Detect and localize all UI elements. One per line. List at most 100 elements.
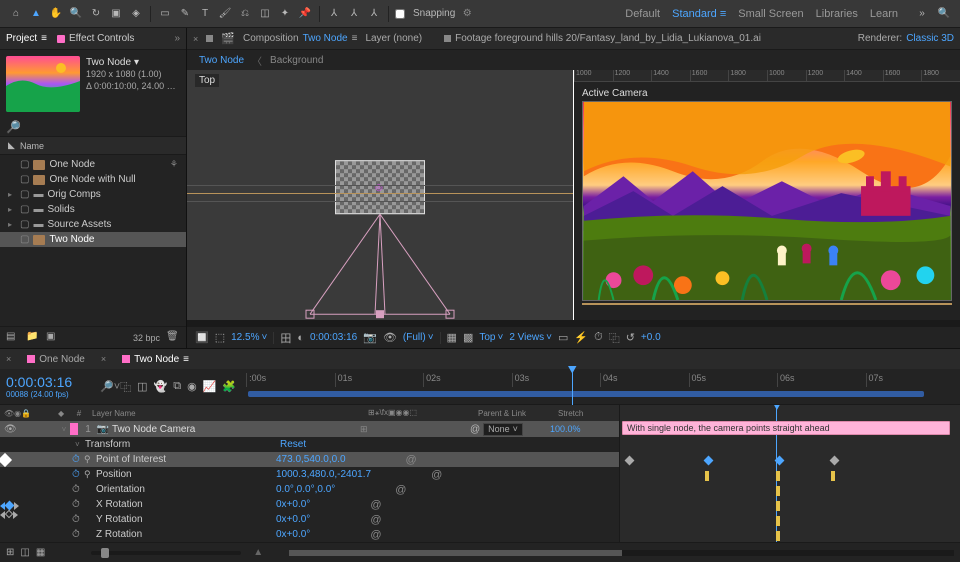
stopwatch-icon[interactable]: ⏱ [72, 529, 84, 540]
prop-x-rotation[interactable]: ⏱X Rotation0x+0.0°@ [0, 497, 619, 512]
frame-blend-icon[interactable]: ⧉ [173, 380, 181, 393]
res-icon[interactable]: ⬚ [215, 331, 225, 344]
keyframe[interactable] [704, 456, 714, 466]
pin-tool-icon[interactable]: 📌 [297, 6, 313, 22]
layer-name[interactable]: Two Node Camera [110, 424, 360, 435]
tl-tab-two-node[interactable]: Two Node ≡ [116, 352, 195, 367]
viewport-hscroll[interactable] [187, 320, 960, 326]
tl-close-icon[interactable]: × [101, 354, 106, 364]
expression-pickwhip-icon[interactable]: @ [370, 514, 381, 526]
ws-small[interactable]: Small Screen [738, 8, 803, 20]
bpc-label[interactable]: 32 bpc [133, 333, 160, 343]
reset-exposure-icon[interactable]: ↺ [626, 331, 635, 344]
snapshot-icon[interactable]: 📷 [363, 331, 377, 344]
kf-add-icon[interactable] [5, 510, 13, 518]
stopwatch-icon[interactable]: ⏱ [72, 514, 84, 525]
comp-flow-icon[interactable]: ⿻ [609, 330, 620, 346]
toggle-modes-icon[interactable]: ◫ [20, 547, 29, 558]
toggle-pane-icon[interactable]: ▦ [36, 547, 45, 558]
preview-time[interactable]: 0:00:03:16 [310, 332, 357, 343]
stopwatch-icon[interactable]: ⏱ [72, 454, 84, 465]
roto-tool-icon[interactable]: ✦ [277, 6, 293, 22]
layer-name-col[interactable]: Layer Name [88, 409, 368, 418]
timeline-hscroll[interactable] [289, 550, 954, 556]
timeline-track-area[interactable]: With single node, the camera points stra… [620, 405, 960, 542]
layer-row-camera[interactable]: 👁 ˅ 1 📷 Two Node Camera ⊞ @None ˅ 100.0% [0, 421, 619, 437]
orbit-tool-icon[interactable]: ↻ [88, 6, 104, 22]
project-item-solids[interactable]: ▸▢▬Solids [0, 202, 186, 217]
switch-shy[interactable]: ⊞ [360, 424, 368, 435]
overflow-icon[interactable]: » [914, 6, 930, 22]
new-comp-icon[interactable]: ▣ [46, 331, 60, 345]
expression-pickwhip-icon[interactable]: @ [370, 499, 381, 511]
grid-icon[interactable]: 田 [280, 330, 291, 346]
visibility-toggle[interactable]: 👁 [4, 424, 17, 435]
current-time[interactable]: 0:00:03:16 [6, 374, 72, 390]
nav-two-node[interactable]: Two Node [199, 55, 244, 66]
project-item-source-assets[interactable]: ▸▢▬Source Assets [0, 217, 186, 232]
home-icon[interactable]: ⌂ [8, 6, 24, 22]
project-item-one-node[interactable]: ▢One Node⚘ [0, 157, 186, 172]
rect-tool-icon[interactable]: ▭ [157, 6, 173, 22]
kf-prev-icon[interactable] [0, 511, 5, 519]
parent-dropdown[interactable]: None ˅ [483, 423, 523, 436]
keyframe-ease[interactable] [705, 471, 709, 481]
search-global-icon[interactable]: 🔍 [936, 6, 952, 22]
brain-icon[interactable]: 🧩 [222, 380, 236, 393]
region-icon[interactable]: ▦ [447, 331, 457, 344]
viewport-active-camera[interactable]: 1000120014001600180010001200140016001800… [574, 70, 960, 326]
stopwatch-icon[interactable]: ⏱ [72, 469, 84, 480]
stopwatch-icon[interactable]: ⏱ [72, 484, 84, 495]
ws-default[interactable]: Default [625, 8, 660, 20]
comp-thumbnail[interactable] [6, 56, 80, 112]
draft3d-icon[interactable]: ◫ [137, 380, 147, 393]
transform-group[interactable]: ˅TransformReset [0, 437, 619, 452]
prop-z-rotation[interactable]: ⏱Z Rotation0x+0.0°@ [0, 527, 619, 542]
layer-color-icon[interactable] [70, 423, 78, 435]
kf-nav-current[interactable] [0, 453, 12, 467]
clone-tool-icon[interactable]: ⎌ [237, 6, 253, 22]
stopwatch-icon[interactable]: ⏱ [72, 499, 84, 510]
trash-icon[interactable]: 🗑 [166, 331, 180, 345]
text-tool-icon[interactable]: T [197, 6, 213, 22]
pen-tool-icon[interactable]: ✎ [177, 6, 193, 22]
zoom-tool-icon[interactable]: 🔍 [68, 6, 84, 22]
interpret-footage-icon[interactable]: ▤ [6, 331, 20, 345]
expression-pickwhip-icon[interactable]: @ [370, 529, 381, 541]
view-axis-icon[interactable]: ⅄ [366, 6, 382, 22]
keyframe-ease[interactable] [776, 486, 780, 496]
keyframe[interactable] [625, 456, 635, 466]
keyframe-ease[interactable] [776, 501, 780, 511]
name-column-header[interactable]: ◣ Name [0, 136, 186, 155]
brush-tool-icon[interactable]: 🖌 [217, 6, 233, 22]
kf-next-icon[interactable] [13, 511, 18, 519]
3d-view-dropdown[interactable]: Top ˅ [479, 332, 503, 343]
prop-y-rotation[interactable]: ⏱Y Rotation0x+0.0°@ [0, 512, 619, 527]
panel-overflow-icon[interactable]: » [174, 33, 180, 44]
timeline-search[interactable]: 🔎˅ [100, 380, 120, 393]
kf-next-icon[interactable] [14, 502, 19, 510]
expression-pickwhip-icon[interactable]: @ [431, 469, 442, 481]
mb-icon[interactable]: ◉ [187, 380, 197, 393]
keyframe-ease[interactable] [776, 531, 780, 541]
keyframe[interactable] [829, 456, 839, 466]
keyframe-ease[interactable] [776, 516, 780, 526]
renderer-dropdown[interactable]: Classic 3D [906, 33, 954, 44]
quality-dropdown[interactable]: (Full) ˅ [403, 332, 434, 343]
fast-preview-icon[interactable]: ⚡ [574, 331, 588, 344]
kf-add-icon[interactable] [5, 501, 15, 511]
viewport-top[interactable]: Top ◎ [187, 70, 574, 326]
project-item-orig-comps[interactable]: ▸▢▬Orig Comps [0, 187, 186, 202]
pickwhip-icon[interactable]: @ [470, 424, 480, 435]
nav-background[interactable]: Background [270, 55, 323, 66]
reset-button[interactable]: Reset [280, 439, 306, 450]
views-dropdown[interactable]: 2 Views ˅ [509, 332, 552, 343]
comp-name-link[interactable]: Two Node [303, 33, 348, 44]
stretch-col[interactable]: Stretch [558, 409, 618, 418]
prop-orientation[interactable]: ⏱Orientation0.0°,0.0°,0.0°@ [0, 482, 619, 497]
playhead[interactable] [572, 369, 573, 405]
layer-bounds[interactable]: ◎ [335, 160, 425, 214]
parent-col[interactable]: Parent & Link [478, 409, 558, 418]
selection-tool-icon[interactable]: ▲ [28, 6, 44, 22]
timeline-zoom-slider[interactable] [91, 551, 241, 555]
